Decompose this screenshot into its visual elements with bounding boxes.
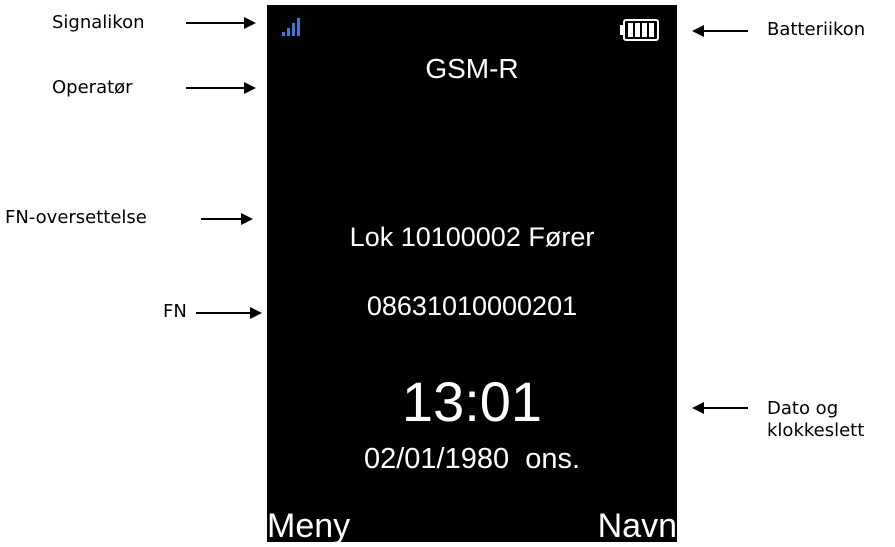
callout-datetime-label-line1: Dato og [767, 398, 839, 419]
arrow-battery-icon [692, 25, 748, 37]
softkey-names[interactable]: Navn [598, 506, 677, 542]
callout-operator-label: Operatør [52, 77, 133, 98]
arrow-operator-icon [186, 82, 256, 94]
callout-battery-label: Batteriikon [767, 19, 866, 40]
arrow-fn-translation-icon [201, 213, 253, 225]
callout-fn-translation-label: FN-oversettelse [5, 207, 147, 228]
fn-translation: Lok 10100002 Fører [349, 222, 595, 252]
softkey-menu[interactable]: Meny [267, 506, 350, 542]
callout-signal-label: Signalikon [52, 12, 145, 33]
fn-number: 08631010000201 [366, 291, 578, 321]
callout-fn-label: FN [163, 301, 187, 322]
arrow-fn-icon [196, 307, 262, 319]
arrow-signal-icon [186, 17, 256, 29]
arrow-datetime-icon [692, 402, 748, 414]
operator-name: GSM-R [425, 53, 519, 84]
callout-datetime-label-line2: klokkeslett [767, 420, 865, 441]
date-day: 02/01/1980 ons. [363, 443, 581, 475]
signal-icon [282, 18, 300, 36]
battery-icon [620, 19, 659, 41]
phone-screen: GSM-R Lok 10100002 Fører 08631010000201 … [267, 5, 677, 542]
clock-time: 13:01 [401, 370, 543, 433]
